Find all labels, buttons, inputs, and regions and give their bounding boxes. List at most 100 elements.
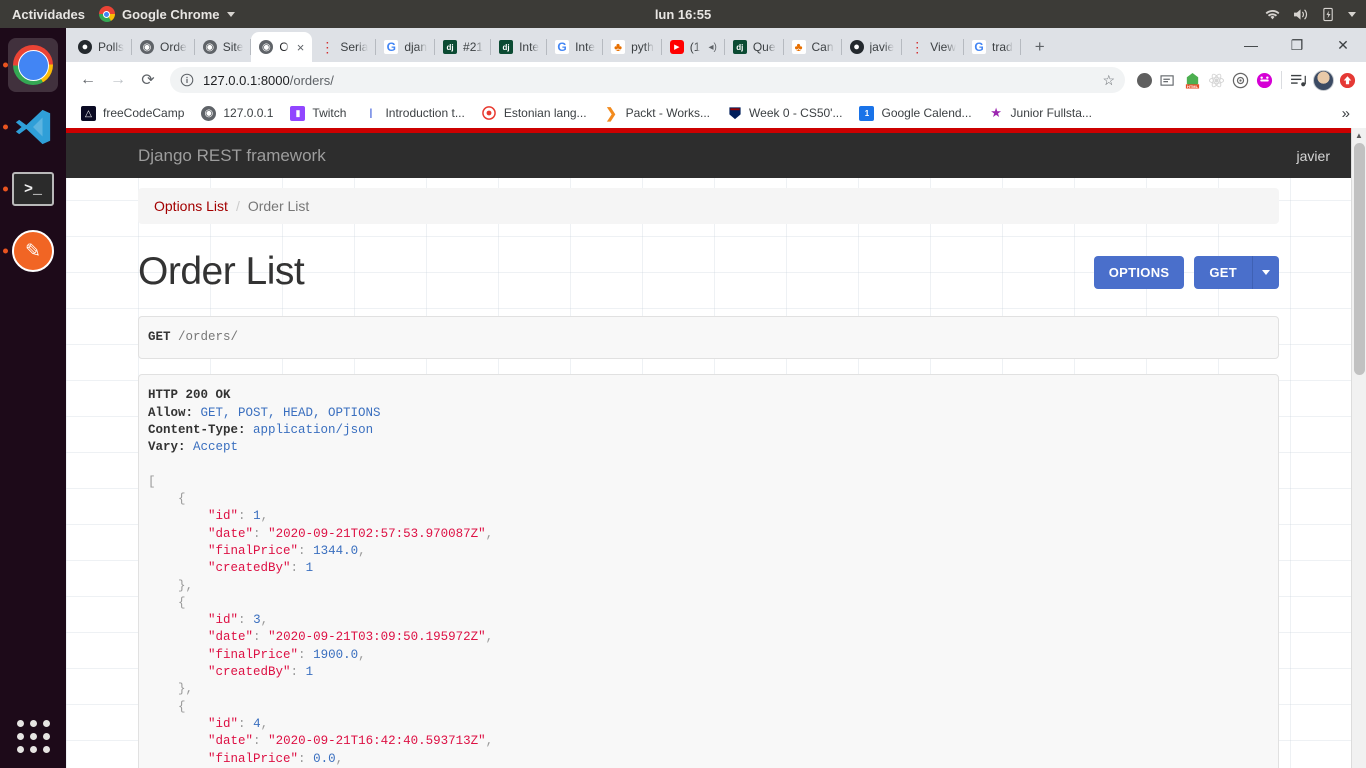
tab-issue-21[interactable]: dj #21 <box>435 32 492 62</box>
forward-button[interactable]: → <box>104 66 132 94</box>
html-tree-icon[interactable]: HTML <box>1181 69 1203 91</box>
google-icon: G <box>384 40 399 54</box>
get-button[interactable]: GET <box>1194 255 1252 289</box>
tab-integration-2[interactable]: G Inte <box>547 32 604 62</box>
tab-queryset[interactable]: dj Que <box>725 32 784 62</box>
tab-label: javie <box>869 40 895 54</box>
info-circle-icon[interactable] <box>180 73 194 87</box>
tab-can[interactable]: ♣ Can <box>784 32 842 62</box>
url-path: /orders/ <box>289 72 334 88</box>
tab-python[interactable]: ♣ pyth <box>603 32 662 62</box>
request-method: GET <box>148 330 171 344</box>
action-buttons: OPTIONS GET <box>1093 255 1279 289</box>
json-bracket: [ <box>148 474 156 489</box>
back-button[interactable]: ← <box>74 66 102 94</box>
card-icon[interactable] <box>1157 69 1179 91</box>
update-icon[interactable] <box>1336 69 1358 91</box>
response-content: HTTP 200 OK Allow: GET, POST, HEAD, OPTI… <box>148 388 494 766</box>
reading-list-icon[interactable] <box>1288 69 1310 91</box>
activities-button[interactable]: Actividades <box>0 7 99 22</box>
bookmark-cs50[interactable]: Week 0 - CS50'... <box>720 103 849 124</box>
bookmark-junior-fullstack[interactable]: ★ Junior Fullsta... <box>982 103 1099 124</box>
dock-item-google-chrome[interactable] <box>0 34 66 96</box>
json-brace: }, <box>148 578 194 593</box>
options-button[interactable]: OPTIONS <box>1093 255 1185 289</box>
response-panel: HTTP 200 OK Allow: GET, POST, HEAD, OPTI… <box>138 374 1279 768</box>
volume-icon <box>1294 8 1308 20</box>
star-icon: ★ <box>990 105 1002 120</box>
dock-item-terminal[interactable]: >_ <box>0 158 66 220</box>
tab-label: Inte <box>575 40 596 54</box>
request-panel: GET /orders/ <box>138 316 1279 360</box>
title-row: Order List OPTIONS GET <box>138 250 1279 294</box>
bookmark-label: Estonian lang... <box>503 106 587 120</box>
json-value-date: "2020-09-21T16:42:40.593713Z" <box>268 734 486 749</box>
reload-button[interactable]: ⟳ <box>134 66 162 94</box>
app-menu[interactable]: Google Chrome <box>98 6 235 22</box>
page-title: Order List <box>138 250 305 293</box>
tab-django-search[interactable]: Gdjan <box>376 32 435 62</box>
avatar[interactable] <box>1312 69 1334 91</box>
tab-view[interactable]: ⋮ View <box>902 32 964 62</box>
bookmark-label: Google Calend... <box>881 106 972 120</box>
tab-trad[interactable]: Gtrad <box>964 32 1021 62</box>
tab-polls[interactable]: ● Polls <box>70 32 133 62</box>
target-icon[interactable] <box>1229 69 1251 91</box>
new-tab-button[interactable]: + <box>1027 34 1053 60</box>
bookmark-label: Introduction t... <box>385 106 465 120</box>
bookmark-google-calendar[interactable]: 1 Google Calend... <box>852 103 978 124</box>
close-icon[interactable]: × <box>297 40 305 55</box>
react-icon[interactable] <box>1205 69 1227 91</box>
scrollbar-thumb[interactable] <box>1354 143 1365 375</box>
l-icon: Ɩ <box>369 105 373 121</box>
tab-orders[interactable]: ◉ Orde <box>132 32 195 62</box>
minimize-button[interactable]: — <box>1228 28 1274 62</box>
tab-youtube[interactable]: ▶ (1 ◂) <box>662 32 725 62</box>
maximize-button[interactable]: ❐ <box>1274 28 1320 62</box>
header-name: Vary: <box>148 440 186 455</box>
tab-javier-github[interactable]: ● javie <box>842 32 903 62</box>
postman-icon: ✎ <box>12 230 54 272</box>
dock-item-visual-studio-code[interactable] <box>0 96 66 158</box>
running-indicator <box>3 124 8 130</box>
breadcrumb-options-list[interactable]: Options List <box>154 198 228 214</box>
bookmark-introduction[interactable]: Ɩ Introduction t... <box>356 103 471 124</box>
system-menu-caret-icon[interactable] <box>1348 11 1356 17</box>
chrome-window: ● Polls ◉ Orde ◉ Site ◉ O × ⋮ Seria Gdjan dj #2… <box>66 28 1366 768</box>
audio-playing-icon[interactable]: ◂) <box>708 42 716 53</box>
json-key: "id" <box>208 716 239 731</box>
tab-strip: ● Polls ◉ Orde ◉ Site ◉ O × ⋮ Seria Gdjan dj #2… <box>66 28 1366 62</box>
show-applications-button[interactable] <box>0 704 66 768</box>
clock[interactable]: lun 16:55 <box>655 7 711 22</box>
tab-serializers[interactable]: ⋮ Seria <box>312 32 377 62</box>
chevron-down-icon[interactable] <box>1252 255 1279 289</box>
dock-item-postman[interactable]: ✎ <box>0 220 66 282</box>
response-status: HTTP 200 OK <box>148 388 231 403</box>
tab-site[interactable]: ◉ Site <box>195 32 252 62</box>
dark-circle-icon[interactable] <box>1133 69 1155 91</box>
bookmarks-overflow-button[interactable]: » <box>1334 105 1358 122</box>
header-name: Content-Type: <box>148 422 246 437</box>
vertical-scrollbar[interactable]: ▲ <box>1351 128 1366 768</box>
tab-active-order-list[interactable]: ◉ O × <box>251 32 313 62</box>
scroll-up-icon[interactable]: ▲ <box>1352 128 1366 143</box>
tab-label: Polls <box>98 40 125 54</box>
django-icon: dj <box>443 40 458 54</box>
bookmark-label: freeCodeCamp <box>103 106 185 120</box>
username-menu[interactable]: javier <box>1297 148 1330 164</box>
bookmark-estonian[interactable]: Estonian lang... <box>475 103 594 124</box>
system-tray[interactable] <box>1265 7 1356 22</box>
tab-label: Inte <box>519 40 540 54</box>
bookmark-twitch[interactable]: ▮ Twitch <box>283 103 353 124</box>
running-indicator <box>3 62 8 68</box>
address-bar[interactable]: 127.0.0.1:8000/orders/ ☆ <box>170 67 1125 93</box>
close-window-button[interactable]: ✕ <box>1320 28 1366 62</box>
bookmark-localhost[interactable]: ◉ 127.0.0.1 <box>194 103 280 124</box>
bookmark-packt[interactable]: ❯ Packt - Works... <box>597 103 717 124</box>
bookmark-freecodecamp[interactable]: △ freeCodeCamp <box>74 103 191 124</box>
calendar-icon: 1 <box>859 105 875 121</box>
tab-integration-1[interactable]: dj Inte <box>491 32 548 62</box>
brand-title[interactable]: Django REST framework <box>138 146 326 166</box>
star-icon[interactable]: ☆ <box>1102 72 1115 89</box>
magenta-icon[interactable] <box>1253 69 1275 91</box>
